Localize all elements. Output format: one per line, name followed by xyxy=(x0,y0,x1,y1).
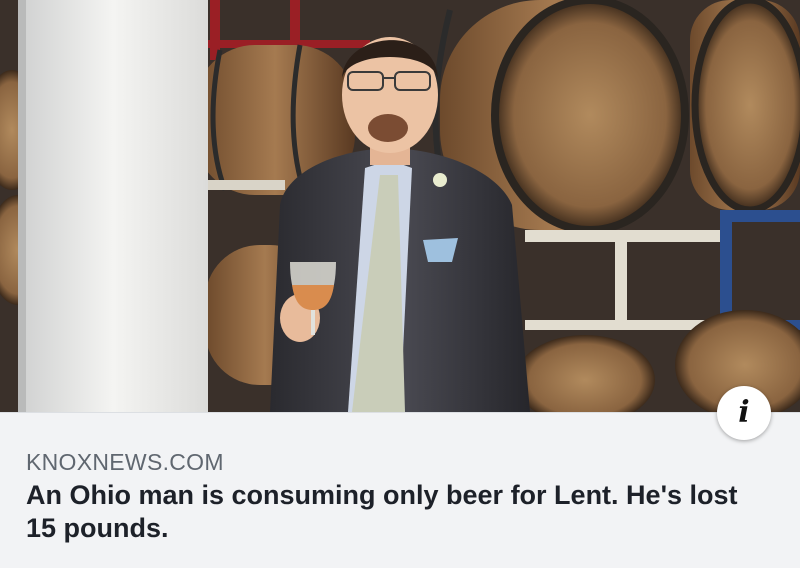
photo-scene xyxy=(0,0,800,412)
info-button[interactable]: i xyxy=(717,386,771,440)
article-photo[interactable] xyxy=(0,0,800,412)
info-icon: i xyxy=(738,395,750,430)
link-preview-card[interactable]: i KNOXNEWS.COM An Ohio man is consuming … xyxy=(0,0,800,568)
source-domain: KNOXNEWS.COM xyxy=(26,449,224,475)
link-caption[interactable]: KNOXNEWS.COM An Ohio man is consuming on… xyxy=(0,412,800,568)
article-headline[interactable]: An Ohio man is consuming only beer for L… xyxy=(26,479,766,545)
